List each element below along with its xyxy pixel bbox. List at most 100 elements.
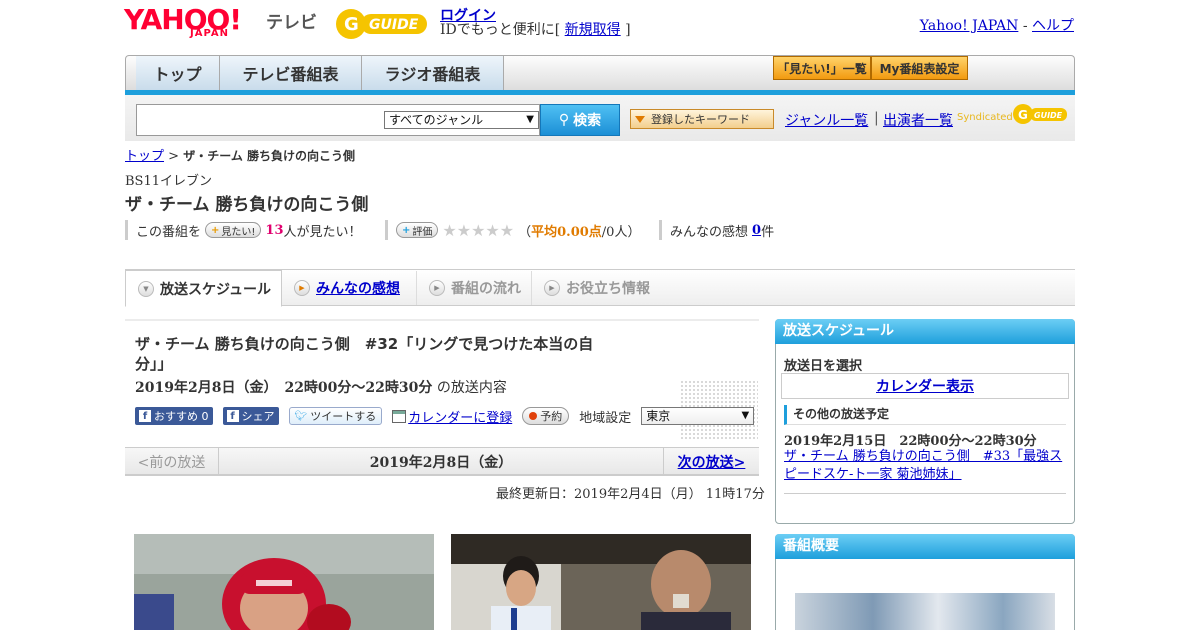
- yahoo-japan-link[interactable]: Yahoo! JAPAN: [920, 18, 1019, 34]
- plus-icon: +: [402, 224, 411, 236]
- share-row: f おすすめ 0 f シェア 🐦︎ ツイートする カレンダーに登録 予約 地域設…: [135, 405, 755, 427]
- dropdown-arrow-icon: ▼: [741, 410, 750, 421]
- genre-list-link[interactable]: ジャンル一覧: [785, 110, 868, 130]
- breadcrumb-top-link[interactable]: トップ: [125, 149, 164, 164]
- tab-label: 番組の流れ: [451, 281, 521, 297]
- svg-text:G: G: [344, 14, 359, 35]
- tab-label: 放送スケジュール: [160, 281, 272, 298]
- calendar-register-link[interactable]: カレンダーに登録: [408, 407, 512, 426]
- next-broadcast-link[interactable]: 次の放送>: [678, 452, 746, 472]
- facebook-recommend-label: おすすめ 0: [154, 410, 209, 423]
- breadcrumb-separator: >: [168, 149, 180, 164]
- top-links: Yahoo! JAPAN - ヘルプ: [920, 15, 1074, 35]
- nav-tab-tv-schedule[interactable]: テレビ番組表: [220, 56, 362, 90]
- play-right-icon: ▶: [429, 280, 445, 296]
- link-separator: |: [874, 110, 879, 126]
- id-promo: IDでもっと便利に[ 新規取得 ]: [440, 19, 631, 39]
- calendar-icon: [392, 409, 407, 423]
- avg-open: （: [518, 224, 532, 240]
- next-broadcast: 次の放送>: [663, 447, 759, 476]
- episode-photo-boxing: [134, 534, 434, 630]
- episode-title: ザ・チーム 勝ち負けの向こう側 #32「リングで見つけた本当の自分」」: [135, 335, 594, 373]
- kanso-count-link[interactable]: 0: [752, 223, 761, 238]
- page-title: ザ・チーム 勝ち負けの向こう側: [125, 195, 369, 215]
- breadcrumb-current: ザ・チーム 勝ち負けの向こう側: [183, 149, 356, 163]
- id-promo-close: ]: [625, 22, 631, 38]
- triangle-down-icon: [635, 115, 645, 123]
- reserve-label: 予約: [540, 410, 563, 423]
- id-promo-text: IDでもっと便利に[: [440, 22, 561, 38]
- tab-broadcast-schedule[interactable]: ▼ 放送スケジュール: [125, 270, 282, 307]
- mitai-list-button[interactable]: 「見たい!」一覧: [773, 56, 871, 80]
- my-schedule-settings-button[interactable]: My番組表設定: [871, 56, 968, 80]
- mitai-suffix: 人が見たい！: [283, 224, 362, 240]
- gguide-small-logo: G GUIDE: [1013, 104, 1067, 124]
- mitai-count: 13: [265, 222, 284, 238]
- registered-keywords-button[interactable]: 登録したキーワード: [630, 109, 774, 129]
- gguide-logo[interactable]: G GUIDE: [333, 6, 433, 42]
- select-date-label: 放送日を選択: [784, 359, 863, 374]
- prev-broadcast: <前の放送: [125, 447, 219, 476]
- region-select-value: 東京: [646, 409, 671, 423]
- kanso-label: みんなの感想: [670, 224, 749, 240]
- genre-select[interactable]: すべてのジャンル ▼: [384, 111, 539, 129]
- mitai-info: この番組を + 見たい! 13 人が見たい！: [125, 220, 362, 240]
- search-button[interactable]: ⚲ 検索: [540, 104, 620, 136]
- play-right-icon: ▶: [294, 280, 310, 296]
- top-links-separator: -: [1022, 18, 1028, 34]
- tab-useful-info: ▶ お役立ち情報: [532, 271, 662, 305]
- gguide-small-logo-text: GUIDE: [1034, 111, 1063, 120]
- region-select[interactable]: 東京 ▼: [641, 407, 755, 425]
- twitter-bird-icon: 🐦︎: [294, 410, 308, 422]
- facebook-share-label: シェア: [241, 410, 275, 423]
- breadcrumb: トップ > ザ・チーム 勝ち負けの向こう側: [125, 145, 355, 164]
- episode-photo-coach-art: [451, 534, 751, 630]
- nav-tab-top[interactable]: トップ: [136, 56, 220, 90]
- syndicated-label: Syndicated: [957, 112, 1013, 123]
- tab-label[interactable]: みんなの感想: [316, 278, 400, 298]
- rating-stars: ★★★★★: [442, 220, 515, 240]
- facebook-share-button[interactable]: f シェア: [222, 407, 279, 425]
- search-button-label: 検索: [573, 113, 602, 129]
- mitai-button-label: 見たい!: [221, 226, 256, 238]
- reserve-button[interactable]: 予約: [522, 407, 570, 425]
- tweet-label: ツイートする: [310, 410, 377, 423]
- last-updated: 最終更新日：2019年2月4日（月） 11時17分: [496, 487, 765, 502]
- current-broadcast-date: 2019年2月8日（金）: [369, 454, 513, 471]
- calendar-view-link[interactable]: カレンダー表示: [876, 376, 974, 396]
- rate-button[interactable]: + 評価: [396, 222, 439, 238]
- calendar-register: カレンダーに登録: [392, 407, 512, 426]
- mitai-button[interactable]: + 見たい!: [205, 222, 262, 238]
- sidebar-overview-title: 番組概要: [775, 534, 1075, 559]
- signup-link[interactable]: 新規取得: [565, 22, 621, 38]
- other-broadcast-link[interactable]: ザ・チーム 勝ち負けの向こう側 #33「最強スピードスケ-ト一家 菊池姉妹」: [784, 448, 1069, 484]
- sidebar-schedule-title: 放送スケジュール: [775, 319, 1075, 344]
- search-icon: ⚲: [558, 112, 570, 128]
- tab-program-flow: ▶ 番組の流れ: [417, 271, 532, 305]
- help-link[interactable]: ヘルプ: [1032, 18, 1074, 34]
- yahoo-japan-logo-text: JAPAN: [190, 28, 229, 39]
- facebook-recommend-button[interactable]: f おすすめ 0: [135, 407, 213, 425]
- other-broadcasts-heading: その他の放送予定: [784, 405, 1066, 425]
- plus-icon: +: [211, 224, 220, 236]
- rating-people: /0人）: [601, 224, 641, 240]
- gguide-logo-text: GUIDE: [369, 17, 419, 33]
- genre-select-value: すべてのジャンル: [389, 113, 484, 127]
- svg-text:G: G: [1018, 108, 1028, 122]
- calendar-view-button[interactable]: カレンダー表示: [781, 373, 1069, 399]
- tab-reviews[interactable]: ▶ みんなの感想: [282, 271, 417, 305]
- episode-date-suffix: の放送内容: [436, 380, 507, 396]
- nav-tab-radio-schedule[interactable]: ラジオ番組表: [362, 56, 504, 90]
- tv-logo-text[interactable]: テレビ: [266, 8, 317, 33]
- region-label: 地域設定: [579, 410, 632, 426]
- average-score: 平均0.00点: [531, 224, 602, 240]
- kanso-suffix: 件: [761, 224, 775, 240]
- play-right-icon: ▶: [544, 280, 560, 296]
- episode-photo-boxing-art: [134, 534, 434, 630]
- tweet-button[interactable]: 🐦︎ ツイートする: [288, 407, 383, 425]
- sidebar-divider: [784, 493, 1066, 494]
- facebook-icon: f: [139, 410, 151, 422]
- cast-list-link[interactable]: 出演者一覧: [883, 110, 953, 130]
- chevron-down-icon: ▼: [138, 280, 154, 297]
- mitai-prefix: この番組を: [136, 224, 202, 240]
